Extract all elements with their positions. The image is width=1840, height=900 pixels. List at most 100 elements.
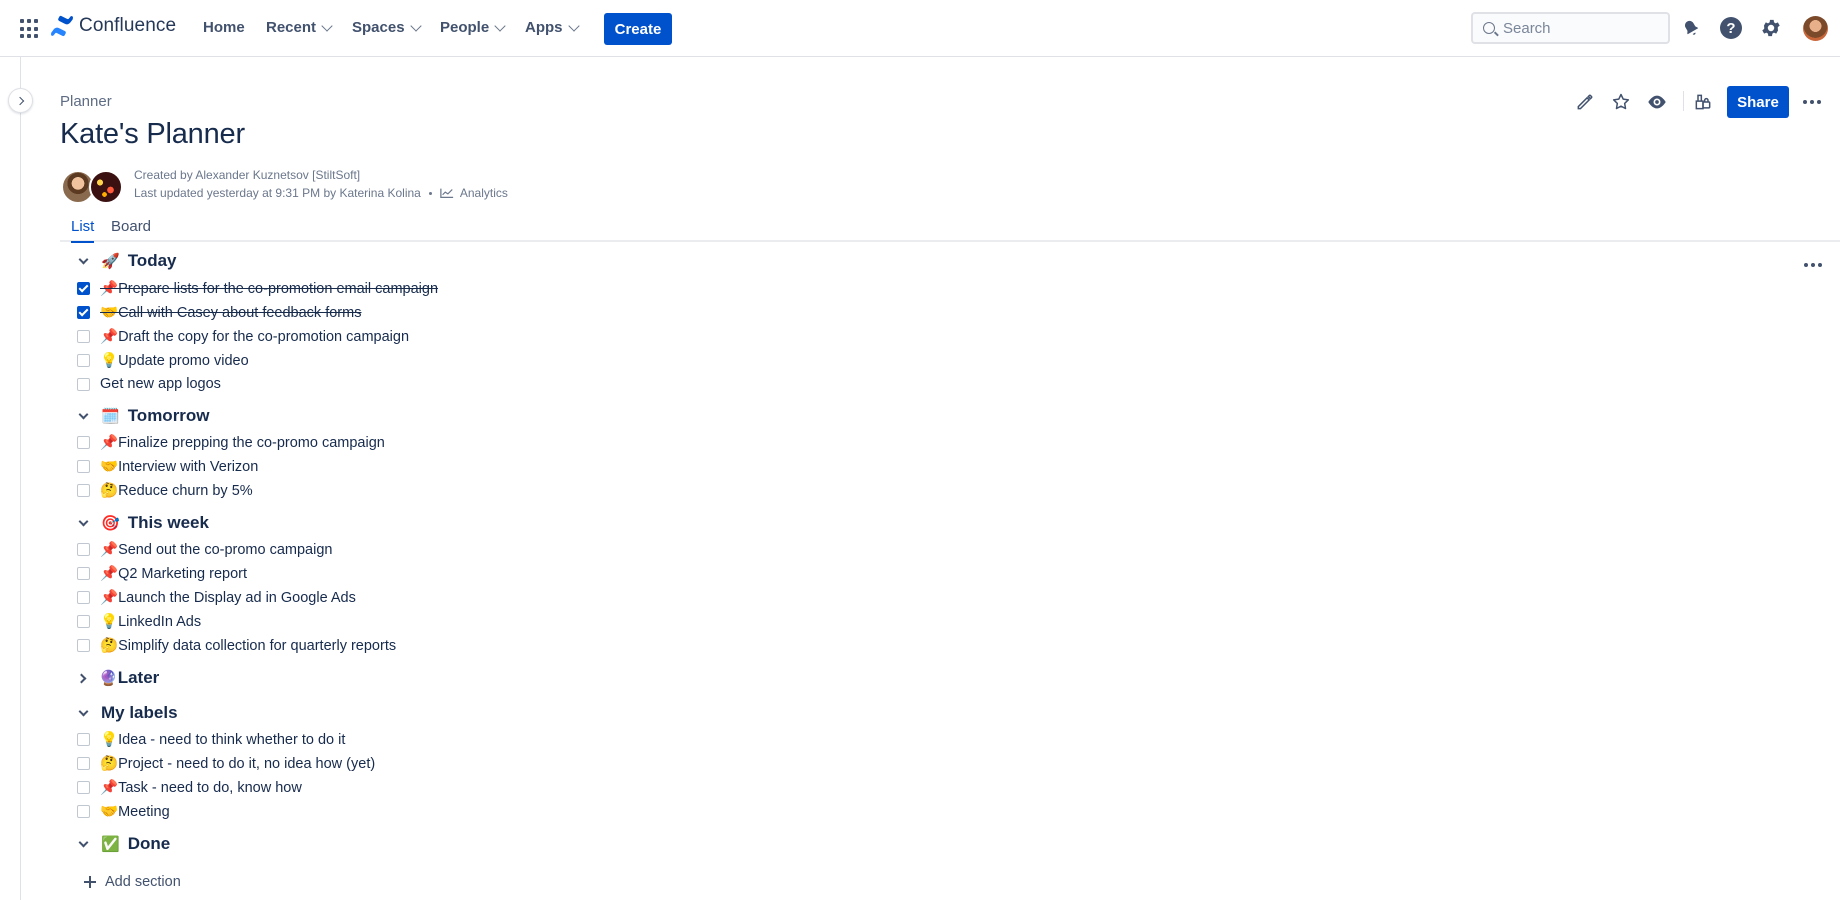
task-checkbox[interactable] [77, 542, 90, 556]
task-checkbox[interactable] [77, 804, 90, 818]
help-icon[interactable]: ? [1719, 16, 1743, 40]
task-label: Task - need to do, know how [118, 779, 302, 796]
task-checkbox[interactable] [77, 614, 90, 628]
chevron-down-icon [409, 19, 422, 32]
task-text[interactable]: 📌Launch the Display ad in Google Ads [100, 589, 356, 606]
watch-icon[interactable] [1645, 90, 1669, 114]
nav-apps[interactable]: Apps [525, 19, 580, 36]
task-checkbox[interactable] [77, 329, 90, 343]
section-header-this-week[interactable]: 🎯 This week [77, 511, 209, 535]
last-updated[interactable]: Last updated yesterday at 9:31 PM by Kat… [134, 186, 421, 200]
task-label: Send out the co-promo campaign [118, 541, 333, 558]
task-text[interactable]: 📌Draft the copy for the co-promotion cam… [100, 328, 409, 345]
task-label: LinkedIn Ads [118, 613, 202, 630]
contributors[interactable] [61, 170, 125, 204]
task-checkbox[interactable] [77, 566, 90, 580]
section-header-later[interactable]: 🔮 Later [76, 666, 160, 690]
pin-icon: 📌 [100, 328, 119, 345]
section-title: This week [127, 513, 209, 532]
task-checkbox[interactable] [77, 732, 90, 746]
tab-list[interactable]: List [71, 218, 95, 243]
create-button[interactable]: Create [604, 13, 672, 45]
chevron-right-icon [76, 673, 87, 683]
task-text[interactable]: 🤔Project - need to do it, no idea how (y… [100, 755, 375, 772]
task-item: 🤔Reduce churn by 5% [77, 480, 253, 500]
page-metadata: Last updated yesterday at 9:31 PM by Kat… [134, 186, 508, 200]
settings-icon[interactable] [1759, 16, 1783, 40]
task-text[interactable]: 🤝Call with Casey about feedback forms [100, 304, 361, 321]
task-checkbox[interactable] [77, 780, 90, 794]
task-checkbox[interactable] [77, 353, 90, 367]
nav-spaces-label: Spaces [352, 19, 405, 36]
task-checkbox[interactable] [77, 435, 90, 449]
add-section-button[interactable]: Add section [84, 874, 181, 890]
task-text[interactable]: 📌Finalize prepping the co-promo campaign [100, 434, 385, 451]
nav-home[interactable]: Home [203, 19, 245, 36]
breadcrumb[interactable]: Planner [60, 93, 112, 110]
page-title: Kate's Planner [60, 118, 245, 150]
confluence-logo[interactable]: Confluence [51, 15, 176, 37]
notifications-icon[interactable] [1679, 16, 1703, 40]
pin-icon: 📌 [100, 434, 119, 451]
task-checkbox[interactable] [77, 638, 90, 652]
task-text[interactable]: 📌Send out the co-promo campaign [100, 541, 332, 558]
share-button[interactable]: Share [1727, 86, 1789, 118]
more-actions-icon[interactable] [1800, 90, 1824, 114]
nav-apps-label: Apps [525, 19, 563, 36]
section-header-today[interactable]: 🚀 Today [77, 249, 177, 273]
search-input[interactable]: Search [1471, 12, 1670, 44]
section-title: My labels [101, 703, 178, 722]
tab-board[interactable]: Board [111, 218, 151, 241]
chevron-down-icon [321, 19, 333, 32]
analytics-link[interactable]: Analytics [440, 186, 508, 200]
task-checkbox[interactable] [77, 590, 90, 604]
section-header-tomorrow[interactable]: 🗓️ Tomorrow [77, 404, 210, 428]
task-text[interactable]: 🤔Reduce churn by 5% [100, 482, 253, 499]
task-text[interactable]: 📌Prepare lists for the co-promotion emai… [100, 280, 438, 297]
expand-sidebar-button[interactable] [8, 88, 33, 113]
task-item: 💡Update promo video [77, 350, 249, 370]
task-text[interactable]: 💡Idea - need to think whether to do it [100, 731, 345, 748]
task-item: 💡Idea - need to think whether to do it [77, 729, 345, 749]
restrictions-icon[interactable] [1691, 90, 1715, 114]
nav-people[interactable]: People [440, 19, 506, 36]
task-checkbox[interactable] [77, 377, 90, 391]
section-header-done[interactable]: ✅ Done [77, 832, 170, 856]
task-checkbox[interactable] [77, 281, 90, 295]
task-checkbox[interactable] [77, 483, 90, 497]
task-checkbox[interactable] [77, 459, 90, 473]
star-icon[interactable] [1609, 90, 1633, 114]
task-label: Q2 Marketing report [118, 565, 248, 582]
app-switcher-icon[interactable] [20, 19, 40, 39]
task-label: Prepare lists for the co-promotion email… [118, 280, 439, 297]
confluence-logo-icon [51, 15, 73, 37]
analytics-icon [440, 188, 453, 198]
task-item: 📌Draft the copy for the co-promotion cam… [77, 326, 409, 346]
nav-home-label: Home [203, 19, 245, 36]
thinking-face-icon: 🤔 [100, 482, 119, 499]
rocket-icon: 🚀 [101, 253, 120, 270]
chevron-down-icon [78, 254, 89, 264]
task-checkbox[interactable] [77, 756, 90, 770]
chevron-down-icon [78, 516, 89, 526]
nav-recent[interactable]: Recent [266, 19, 333, 36]
task-text[interactable]: 🤔Simplify data collection for quarterly … [100, 637, 396, 654]
task-text[interactable]: 📌Task - need to do, know how [100, 779, 302, 796]
nav-spaces[interactable]: Spaces [352, 19, 422, 36]
section-title: Done [127, 834, 171, 853]
edit-icon[interactable] [1573, 90, 1597, 114]
section-header-my-labels[interactable]: My labels [77, 701, 178, 725]
list-more-icon[interactable] [1804, 263, 1822, 267]
crystal-ball-icon: 🔮 [99, 670, 118, 687]
logo-text: Confluence [79, 15, 177, 36]
avatar[interactable] [89, 170, 123, 204]
task-text[interactable]: Get new app logos [100, 376, 221, 392]
task-text[interactable]: 💡LinkedIn Ads [100, 613, 201, 630]
task-checkbox[interactable] [77, 305, 90, 319]
task-text[interactable]: 💡Update promo video [100, 352, 249, 369]
task-text[interactable]: 🤝Interview with Verizon [100, 458, 258, 475]
profile-avatar[interactable] [1803, 16, 1828, 41]
task-text[interactable]: 📌Q2 Marketing report [100, 565, 247, 582]
task-text[interactable]: 🤝Meeting [100, 803, 170, 820]
section-title: Later [117, 668, 160, 687]
